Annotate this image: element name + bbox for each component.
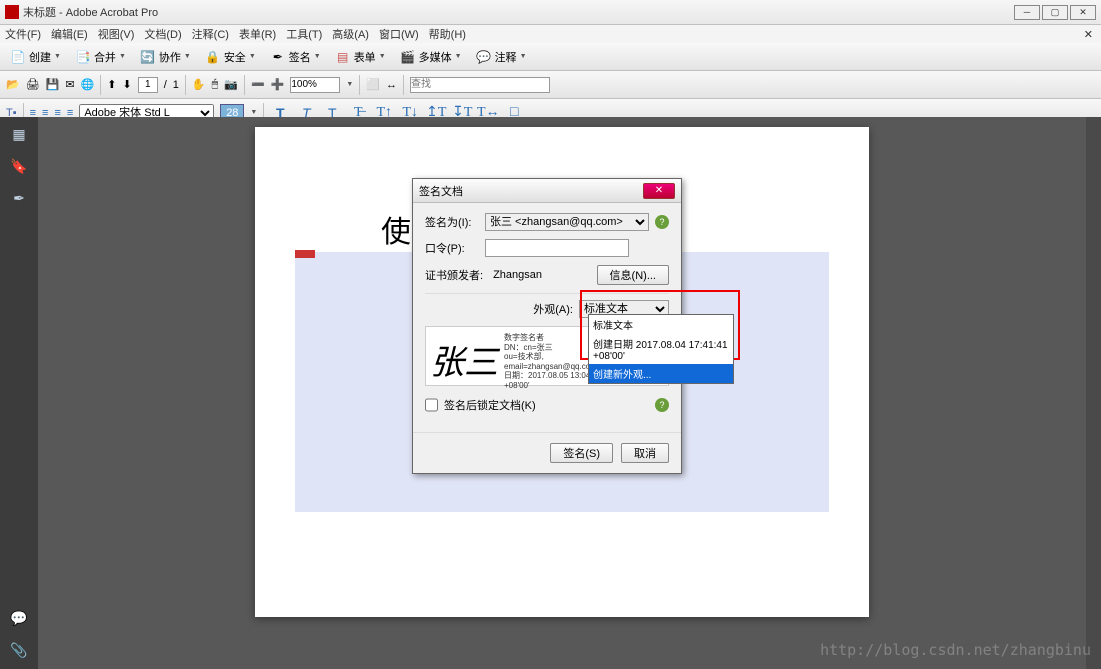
lock-checkbox[interactable] [425, 396, 438, 414]
dropdown-opt-standard[interactable]: 标准文本 [589, 315, 733, 334]
merge-button[interactable]: 📑合并▼ [71, 47, 130, 67]
title-bar: 末标题 - Adobe Acrobat Pro ─ ▢ ✕ [0, 0, 1101, 25]
lock-icon: 🔒 [205, 49, 221, 65]
dialog-title: 签名文档 [419, 183, 463, 199]
create-button[interactable]: 📄创建▼ [6, 47, 65, 67]
menu-view[interactable]: 视图(V) [98, 26, 135, 42]
menu-file[interactable]: 文件(F) [5, 26, 41, 42]
nav-panel: ▦ 🔖 ✒ 💬 📎 [0, 117, 38, 669]
comment-button[interactable]: 💬注释▼ [472, 47, 531, 67]
sign-as-select[interactable]: 张三 <zhangsan@qq.com> [485, 213, 649, 231]
bookmarks-panel-icon[interactable]: 🔖 [10, 157, 28, 175]
lock-help-icon[interactable]: ? [655, 398, 669, 412]
media-button[interactable]: 🎬多媒体▼ [396, 47, 466, 67]
right-strip [1086, 117, 1101, 669]
web-icon[interactable]: 🌐 [81, 78, 95, 91]
menu-tools[interactable]: 工具(T) [286, 26, 322, 42]
window-title: 末标题 - Adobe Acrobat Pro [23, 4, 158, 20]
pages-panel-icon[interactable]: ▦ [10, 125, 28, 143]
zoom-dropdown-icon[interactable]: ▼ [346, 81, 353, 88]
issuer-label: 证书颁发者: [425, 267, 483, 283]
page-sep: / [164, 79, 167, 91]
pen-icon: ✒ [270, 49, 286, 65]
issuer-value: Zhangsan [489, 269, 590, 281]
maximize-button[interactable]: ▢ [1042, 5, 1068, 20]
print-icon[interactable]: 🖨 [26, 78, 40, 91]
form-icon: ▤ [335, 49, 351, 65]
menu-forms[interactable]: 表单(R) [239, 26, 276, 42]
info-button[interactable]: 信息(N)... [597, 265, 669, 285]
select-icon[interactable]: 🖱 [212, 78, 219, 91]
menu-window[interactable]: 窗口(W) [379, 26, 419, 42]
menu-bar: 文件(F) 编辑(E) 视图(V) 文档(D) 注释(C) 表单(R) 工具(T… [0, 25, 1101, 43]
menu-document[interactable]: 文档(D) [144, 26, 181, 42]
snapshot-icon[interactable]: 📷 [224, 78, 238, 91]
preview-name: 张三 [426, 327, 502, 385]
appearance-dropdown: 标准文本 创建日期 2017.08.04 17:41:41 +08'00' 创建… [588, 314, 734, 384]
email-icon[interactable]: ✉ [65, 78, 74, 91]
watermark: http://blog.csdn.net/zhangbinu [820, 641, 1091, 659]
save-icon[interactable]: 💾 [46, 78, 60, 91]
lock-label: 签名后锁定文档(K) [444, 397, 649, 413]
find-input[interactable] [410, 77, 550, 93]
appearance-label: 外观(A): [533, 301, 573, 317]
toolbar-main: 📄创建▼ 📑合并▼ 🔄协作▼ 🔒安全▼ ✒签名▼ ▤表单▼ 🎬多媒体▼ 💬注释▼ [0, 43, 1101, 71]
page-total: 1 [173, 79, 179, 91]
app-icon [5, 5, 19, 19]
menu-help[interactable]: 帮助(H) [429, 26, 466, 42]
password-label: 口令(P): [425, 240, 479, 256]
fit-page-icon[interactable]: ⬜ [366, 78, 380, 91]
create-icon: 📄 [10, 49, 26, 65]
size-dropdown-icon[interactable]: ▼ [250, 109, 257, 116]
toolbar-nav: 📂 🖨 💾 ✉ 🌐 ⬆ ⬇ / 1 ✋ 🖱 📷 ➖ ➕ ▼ ⬜ ↔ [0, 71, 1101, 99]
fit-width-icon[interactable]: ↔ [386, 79, 397, 91]
menu-comments[interactable]: 注释(C) [192, 26, 229, 42]
minimize-button[interactable]: ─ [1014, 5, 1040, 20]
sign-as-label: 签名为(I): [425, 214, 479, 230]
media-icon: 🎬 [400, 49, 416, 65]
page-up-icon[interactable]: ⬆ [107, 78, 116, 91]
dropdown-opt-create-new[interactable]: 创建新外观... [589, 364, 733, 383]
comments-panel-icon[interactable]: 💬 [10, 609, 28, 627]
menu-advanced[interactable]: 高级(A) [332, 26, 369, 42]
zoom-in-icon[interactable]: ➕ [271, 78, 285, 91]
dialog-close-button[interactable]: ✕ [643, 183, 675, 199]
merge-icon: 📑 [75, 49, 91, 65]
sign-button[interactable]: ✒签名▼ [266, 47, 325, 67]
menubar-close-icon[interactable]: ✕ [1084, 28, 1093, 41]
collab-icon: 🔄 [140, 49, 156, 65]
open-icon[interactable]: 📂 [6, 78, 20, 91]
close-button[interactable]: ✕ [1070, 5, 1096, 20]
signature-tab-marker [295, 250, 315, 258]
signature-panel-icon[interactable]: ✒ [10, 189, 28, 207]
menu-edit[interactable]: 编辑(E) [51, 26, 88, 42]
zoom-out-icon[interactable]: ➖ [251, 78, 265, 91]
page-down-icon[interactable]: ⬇ [123, 78, 132, 91]
zoom-input[interactable] [290, 77, 340, 93]
dropdown-opt-date[interactable]: 创建日期 2017.08.04 17:41:41 +08'00' [589, 334, 733, 364]
password-input[interactable] [485, 239, 629, 257]
comment-icon: 💬 [476, 49, 492, 65]
secure-button[interactable]: 🔒安全▼ [201, 47, 260, 67]
cancel-button[interactable]: 取消 [621, 443, 669, 463]
collab-button[interactable]: 🔄协作▼ [136, 47, 195, 67]
sign-submit-button[interactable]: 签名(S) [550, 443, 613, 463]
forms-button[interactable]: ▤表单▼ [331, 47, 390, 67]
attach-panel-icon[interactable]: 📎 [10, 641, 28, 659]
help-icon[interactable]: ? [655, 215, 669, 229]
page-current-input[interactable] [138, 77, 158, 93]
hand-icon[interactable]: ✋ [192, 78, 206, 91]
dialog-titlebar: 签名文档 ✕ [413, 179, 681, 203]
